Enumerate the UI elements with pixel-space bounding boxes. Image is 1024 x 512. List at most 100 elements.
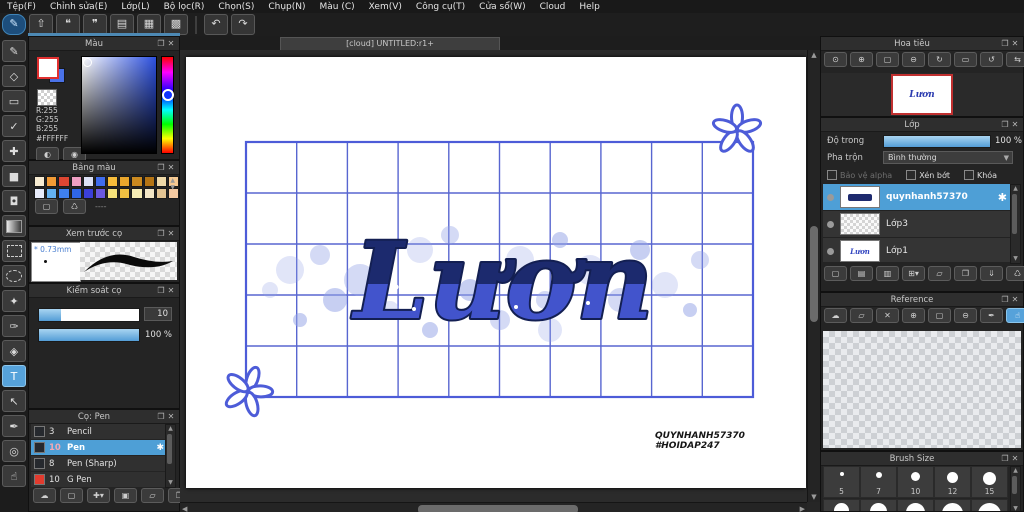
scrollbar-thumb[interactable] <box>810 226 818 322</box>
select-pen-tool[interactable]: ✑ <box>2 315 26 337</box>
palette-swatch[interactable] <box>143 188 155 199</box>
palette-swatch[interactable] <box>70 188 82 199</box>
menu-item-2[interactable]: Lớp(L) <box>114 2 156 12</box>
brush-row-1[interactable]: 10 Pen ✱ <box>31 440 167 456</box>
layer-opacity-slider[interactable] <box>883 135 991 148</box>
layer-visibility-dot[interactable] <box>827 193 834 201</box>
navigator-thumbnail[interactable]: Lươn <box>891 74 953 115</box>
layer-row-2[interactable]: Lươn Lớp1 <box>823 238 1011 262</box>
ref-zoom-out-icon[interactable]: ⊖ <box>954 308 977 323</box>
hue-marker[interactable] <box>161 89 174 101</box>
close-icon[interactable]: ✕ <box>1010 295 1020 304</box>
popout-icon[interactable]: ❐ <box>1000 120 1010 129</box>
ref-zoom-in-icon[interactable]: ⊕ <box>902 308 925 323</box>
brush-size-cell-7[interactable]: 7 <box>860 466 897 498</box>
canvas-horizontal-scrollbar[interactable]: ◀ ▶ <box>180 502 807 512</box>
fill-shape-tool[interactable]: ■ <box>2 165 26 187</box>
canvas-tab[interactable]: [cloud] UNTITLED:r1+ <box>280 37 500 50</box>
lasso-tool[interactable] <box>2 265 26 287</box>
popout-icon[interactable]: ❐ <box>156 229 166 238</box>
clipping-checkbox[interactable]: Xén bớt <box>906 170 950 180</box>
palette-swatch[interactable] <box>155 176 167 187</box>
palette-swatch[interactable] <box>46 176 58 187</box>
popout-icon[interactable]: ❐ <box>156 39 166 48</box>
delete-palette-icon[interactable]: ♺ <box>63 199 86 214</box>
cloud-brush-icon[interactable]: ✎ <box>2 14 26 35</box>
scroll-down-icon[interactable]: ▼ <box>808 492 820 502</box>
select-tool[interactable] <box>2 240 26 262</box>
zoom-in-icon[interactable]: ⊕ <box>850 52 873 67</box>
brush-size-cell[interactable] <box>823 499 860 511</box>
canvas-vertical-scrollbar[interactable]: ▲ ▼ <box>807 50 820 502</box>
menu-item-4[interactable]: Chọn(S) <box>211 2 261 12</box>
palette-swatch[interactable] <box>94 188 107 199</box>
canvas[interactable]: Lươn QUYNHANH57370 #HOIDAP247 <box>186 57 806 488</box>
palette-swatch[interactable] <box>34 188 46 199</box>
cloud-download-icon[interactable]: ☁ <box>33 488 56 503</box>
layer-list-scrollbar[interactable]: ▲ ▼ <box>1010 184 1021 264</box>
undo-icon[interactable]: ↶ <box>204 14 228 35</box>
brush-size-cell-10[interactable]: 10 <box>897 466 934 498</box>
menu-item-11[interactable]: Help <box>572 2 607 12</box>
brush-size-cell[interactable] <box>860 499 897 511</box>
dropper-tool[interactable]: ◎ <box>2 440 26 462</box>
palette-swatch[interactable] <box>94 176 107 187</box>
palette-swatch[interactable] <box>58 176 70 187</box>
popout-icon[interactable]: ❐ <box>156 163 166 172</box>
brush-tool[interactable]: ✎ <box>2 40 26 62</box>
brush-folder-icon[interactable]: ▱ <box>141 488 164 503</box>
wand-tool[interactable]: ✦ <box>2 290 26 312</box>
scroll-up-icon[interactable]: ▲ <box>170 177 175 184</box>
brush-size-value[interactable]: 10 <box>144 307 172 321</box>
polyline-tool[interactable]: ✓ <box>2 115 26 137</box>
scroll-down-icon[interactable]: ▼ <box>166 479 175 487</box>
foreground-color-swatch[interactable] <box>37 57 59 79</box>
protect-alpha-checkbox[interactable]: Bảo vệ alpha <box>827 170 892 180</box>
brush-size-slider[interactable] <box>38 308 140 322</box>
folder-icon[interactable]: ▱ <box>928 266 951 281</box>
add-brush-icon[interactable]: ✚▾ <box>87 488 110 503</box>
rect-tool[interactable]: ▭ <box>2 90 26 112</box>
zoom-out-icon[interactable]: ⊖ <box>902 52 925 67</box>
new-folder-icon[interactable]: ⊞▾ <box>902 266 925 281</box>
brush-size-cell[interactable] <box>971 499 1008 511</box>
scroll-left-icon[interactable]: ◀ <box>182 505 187 512</box>
palette-swatch[interactable] <box>131 176 143 187</box>
grid-edit-icon[interactable]: ▩ <box>164 14 188 35</box>
scroll-right-icon[interactable]: ▶ <box>800 505 805 512</box>
bucket-tool[interactable]: ◘ <box>2 190 26 212</box>
new-palette-icon[interactable]: ▢ <box>35 199 58 214</box>
fit-screen-icon[interactable]: ▭ <box>954 52 977 67</box>
fit-window-icon[interactable]: ▢ <box>876 52 899 67</box>
menu-item-3[interactable]: Bộ lọc(R) <box>157 2 212 12</box>
scroll-up-icon[interactable]: ▲ <box>1011 467 1020 475</box>
menu-item-9[interactable]: Cửa sổ(W) <box>472 2 532 12</box>
palette-swatch[interactable] <box>119 176 131 187</box>
menu-item-7[interactable]: Xem(V) <box>362 2 409 12</box>
ref-open-icon[interactable]: ▱ <box>850 308 873 323</box>
menu-item-8[interactable]: Công cụ(T) <box>409 2 472 12</box>
layer-visibility-dot[interactable] <box>827 247 834 255</box>
hand-tool[interactable]: ☝ <box>2 465 26 487</box>
palette-swatch[interactable] <box>82 176 94 187</box>
menu-item-1[interactable]: Chỉnh sửa(E) <box>43 2 114 12</box>
select-eraser-tool[interactable]: ◈ <box>2 340 26 362</box>
brush-list-scrollbar[interactable]: ▲ ▼ <box>165 424 176 488</box>
gradient-tool[interactable] <box>2 215 26 237</box>
new-1bit-layer-icon[interactable]: ▥ <box>876 266 899 281</box>
palette-swatch[interactable] <box>107 176 119 187</box>
menu-item-10[interactable]: Cloud <box>533 2 573 12</box>
menu-item-0[interactable]: Tệp(F) <box>0 2 43 12</box>
close-icon[interactable]: ✕ <box>166 412 176 421</box>
rotate-ccw-icon[interactable]: ↺ <box>980 52 1003 67</box>
brush-row-3[interactable]: 10 G Pen <box>31 472 167 488</box>
close-icon[interactable]: ✕ <box>1010 120 1020 129</box>
popout-icon[interactable]: ❐ <box>1000 39 1010 48</box>
eraser-tool[interactable]: ◇ <box>2 65 26 87</box>
scroll-up-icon[interactable]: ▲ <box>166 425 175 433</box>
brush-size-cell-15[interactable]: 15 <box>971 466 1008 498</box>
flip-icon[interactable]: ⇆ <box>1006 52 1024 67</box>
palette-swatch[interactable] <box>46 188 58 199</box>
close-icon[interactable]: ✕ <box>166 163 176 172</box>
hue-slider[interactable] <box>161 56 174 154</box>
